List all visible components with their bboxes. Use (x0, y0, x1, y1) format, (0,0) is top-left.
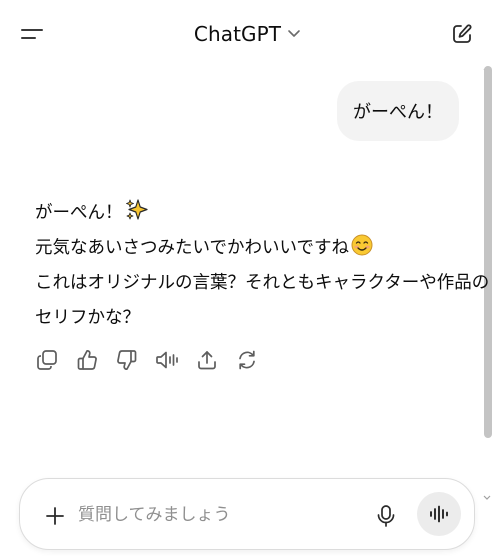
share-icon (198, 351, 216, 370)
assistant-line: 元気なあいさつみたいでかわいいですね (35, 231, 475, 266)
new-chat-button[interactable] (446, 18, 478, 50)
thumbs-down-icon (117, 350, 137, 370)
good-response-button[interactable] (75, 348, 99, 372)
assistant-message: がーぺん！ 元気なあいさつみたいでかわいいですね これはオリジナルの言葉？それと… (35, 196, 490, 336)
share-button[interactable] (195, 348, 219, 372)
assistant-line: これはオリジナルの言葉？それともキャラクターや作品の (35, 273, 490, 293)
plus-icon (46, 507, 64, 525)
attach-button[interactable] (42, 503, 68, 529)
bad-response-button[interactable] (115, 348, 139, 372)
read-aloud-button[interactable] (155, 348, 179, 372)
regenerate-icon (239, 350, 255, 370)
copy-icon (37, 350, 57, 370)
copy-button[interactable] (35, 348, 59, 372)
voice-mode-button[interactable] (417, 492, 461, 536)
model-switcher-area: ChatGPT (0, 19, 495, 49)
voice-waveform-icon (430, 505, 448, 523)
chat-app: ChatGPT がーぺん！ がーぺん！ 元気なあいさつみたいでかわいいですね こ… (0, 0, 495, 557)
regenerate-button[interactable] (235, 348, 259, 372)
sparkles-icon (125, 199, 148, 220)
assistant-line: がーぺん！ (35, 196, 475, 231)
user-message-bubble: がーぺん！ (337, 81, 459, 141)
scroll-down-arrow[interactable] (482, 494, 492, 502)
chevron-down-icon (288, 30, 300, 37)
smiling-face-icon (351, 234, 373, 256)
edit-icon (453, 24, 472, 43)
dictate-button[interactable] (373, 502, 399, 530)
thumbs-up-icon (77, 350, 97, 370)
app-title: ChatGPT (193, 22, 282, 46)
assistant-line: セリフかな？ (35, 308, 140, 328)
message-composer (19, 478, 475, 550)
read-aloud-icon (156, 351, 178, 369)
model-switcher-button[interactable]: ChatGPT (194, 22, 301, 46)
scrollbar-thumb[interactable] (484, 66, 492, 438)
prompt-input[interactable] (78, 499, 358, 531)
message-actions (35, 346, 275, 374)
microphone-icon (377, 505, 395, 527)
top-bar: ChatGPT (0, 0, 495, 66)
user-message-text: がーぺん！ (353, 102, 443, 123)
